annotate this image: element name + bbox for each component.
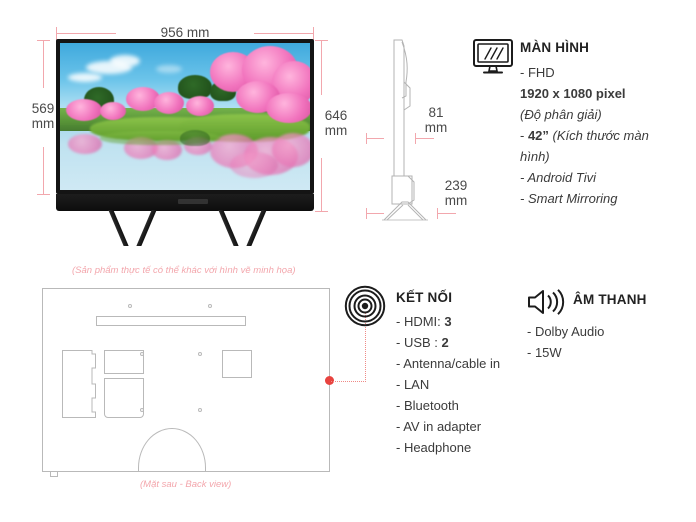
depth-dimension: 81 mm xyxy=(366,105,476,155)
back-panel-hole xyxy=(208,304,212,308)
tv-bezel xyxy=(56,39,314,194)
tv-front-view xyxy=(56,39,314,246)
connectivity-leader-line-horizontal xyxy=(331,381,366,382)
speaker-icon xyxy=(527,288,569,316)
total-height-label-line1: 646 xyxy=(324,108,348,123)
audio-item-dolby: - Dolby Audio xyxy=(527,324,605,339)
audio-item-power: - 15W xyxy=(527,345,562,360)
antenna-signal-icon xyxy=(342,285,388,327)
tv-back-view-drawing xyxy=(42,288,334,477)
display-line-android: - Android Tivi xyxy=(520,170,596,185)
connectivity-item-label: - HDMI: xyxy=(396,314,445,329)
screen-size-value: 42” xyxy=(527,128,549,143)
depth-label-line1: 81 xyxy=(428,105,444,120)
audio-items: - Dolby Audio - 15W xyxy=(527,321,687,363)
total-height-label-line2: mm xyxy=(324,123,348,138)
back-panel-port-block-top xyxy=(104,350,144,374)
display-title: MÀN HÌNH xyxy=(520,40,590,55)
connectivity-title: KẾT NỐI xyxy=(396,290,453,305)
tv-stand-leg-left-inner xyxy=(136,210,157,246)
monitor-icon xyxy=(472,38,514,76)
panel-height-dimension: 569 mm xyxy=(20,40,56,195)
screen-size-note: (Kích thước màn xyxy=(548,128,649,143)
display-line-resolution-note: (Độ phân giải) xyxy=(520,107,602,122)
tv-stand-leg-left xyxy=(108,210,129,246)
connectivity-item-av-in: - AV in adapter xyxy=(396,419,482,434)
connectivity-item-value: 2 xyxy=(441,335,449,350)
back-panel-right-module xyxy=(222,350,252,378)
back-panel-side-port-bay xyxy=(62,350,98,418)
connectivity-item-bluetooth: - Bluetooth xyxy=(396,398,459,413)
back-panel-vesa-hole xyxy=(198,408,202,412)
display-line-fhd: - FHD xyxy=(520,65,555,80)
audio-title: ÂM THANH xyxy=(573,292,647,307)
connectivity-item-lan: - LAN xyxy=(396,377,430,392)
display-line-resolution: 1920 x 1080 pixel xyxy=(520,86,626,101)
back-panel-port-block-bottom xyxy=(104,378,144,418)
display-line-screen-size: - 42” (Kích thước màn xyxy=(520,125,692,146)
tv-stand-leg-right xyxy=(246,210,267,246)
spec-sheet-canvas: 956 mm 569 mm 646 mm 81 mm 239 mm MÀN HÌ… xyxy=(0,0,696,522)
display-line-screen-size-cont: hình) xyxy=(520,149,550,164)
connectivity-item-headphone: - Headphone xyxy=(396,440,472,455)
connectivity-item-label: - USB : xyxy=(396,335,442,350)
width-label: 956 mm xyxy=(160,25,210,40)
connectivity-item-value: 3 xyxy=(444,314,452,329)
back-panel-vesa-hole xyxy=(198,352,202,356)
tv-brand-logo xyxy=(178,199,208,204)
stand-depth-label-line1: 239 xyxy=(444,178,468,193)
stand-depth-label-line2: mm xyxy=(444,193,468,208)
display-line-mirroring: - Smart Mirroring xyxy=(520,191,618,206)
total-height-dimension: 646 mm xyxy=(315,40,352,212)
screen-size-dash: - xyxy=(520,128,528,143)
tv-screen-image xyxy=(60,43,310,190)
disclaimer-caption: (Sản phẩm thực tế có thể khác với hình v… xyxy=(72,265,296,276)
back-panel-speaker-slot xyxy=(96,316,246,326)
depth-label-line2: mm xyxy=(424,120,448,135)
back-panel-hole xyxy=(128,304,132,308)
stand-depth-dimension: 239 mm xyxy=(366,168,486,228)
tv-stand-leg-right-inner xyxy=(218,210,239,246)
backview-caption: (Mặt sau - Back view) xyxy=(140,479,232,490)
back-panel-bottom-notch xyxy=(50,471,58,477)
display-spec-lines: - FHD 1920 x 1080 pixel (Độ phân giải) -… xyxy=(520,62,692,209)
